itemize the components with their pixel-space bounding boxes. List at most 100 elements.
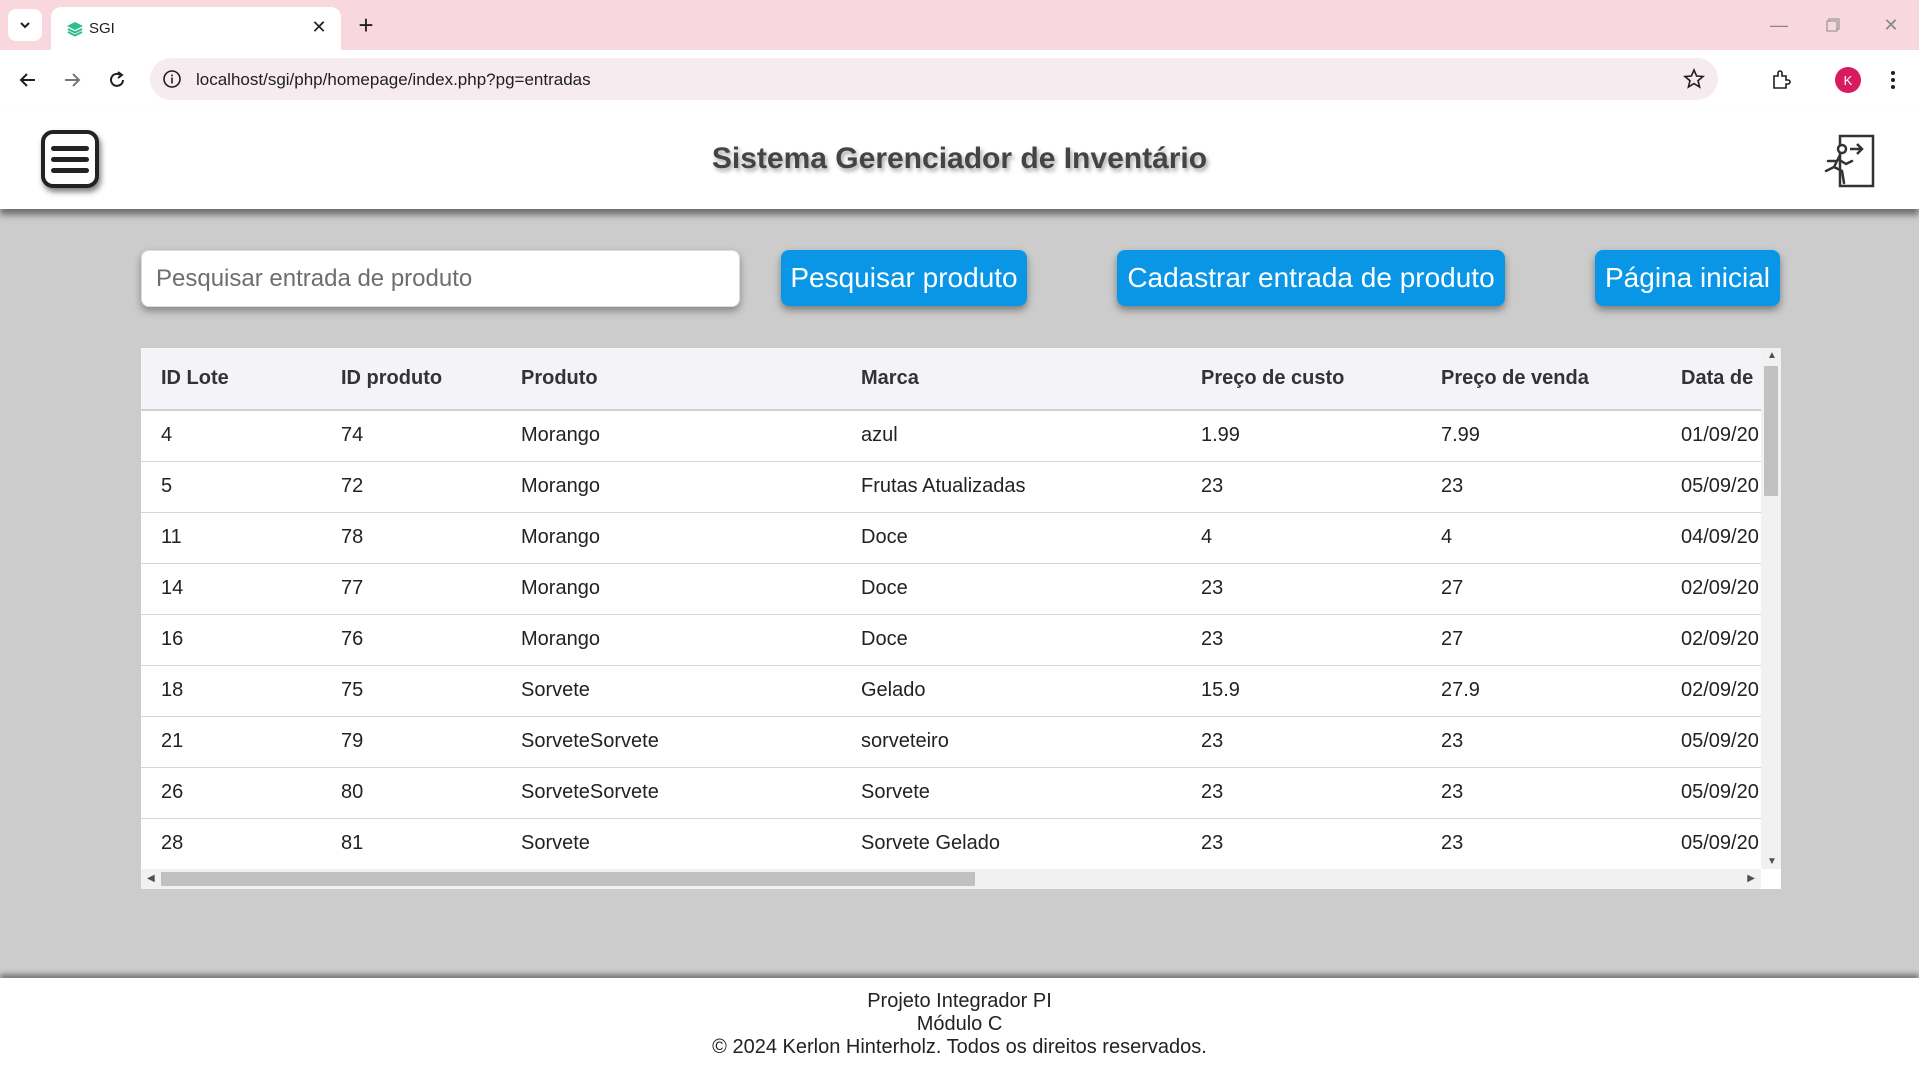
- table-row[interactable]: 21 79 SorveteSorvete sorveteiro 23 23 05/09/20: [141, 716, 1761, 767]
- column-header[interactable]: Marca: [841, 348, 1181, 411]
- table-row[interactable]: 4 74 Morango azul 1.99 7.99 01/09/20: [141, 410, 1761, 461]
- footer-project: Projeto Integrador PI: [867, 990, 1052, 1012]
- table-cell: 23: [1201, 475, 1224, 497]
- table-cell: 02/09/20: [1681, 679, 1759, 701]
- scroll-down-icon[interactable]: ▼: [1767, 856, 1777, 867]
- address-bar[interactable]: localhost/sgi/php/homepage/index.php?pg=…: [150, 58, 1718, 100]
- table-cell: Morango: [521, 424, 600, 447]
- info-icon[interactable]: [162, 69, 182, 89]
- new-tab-icon[interactable]: +: [352, 10, 380, 40]
- bookmark-star-icon[interactable]: [1682, 67, 1706, 91]
- footer-module: Módulo C: [916, 1013, 1003, 1035]
- scroll-right-icon[interactable]: ▶: [1747, 873, 1755, 884]
- table-cell: 4: [161, 424, 173, 447]
- table-row[interactable]: 16 76 Morango Doce 23 27 02/09/20: [141, 614, 1761, 665]
- search-input[interactable]: [141, 250, 740, 307]
- logout-icon[interactable]: [1818, 131, 1878, 191]
- table-cell: Sorvete: [521, 679, 590, 701]
- table-cell: Sorvete: [861, 781, 930, 803]
- scroll-left-icon[interactable]: ◀: [147, 873, 155, 884]
- table-cell: 27: [1441, 628, 1464, 650]
- column-header[interactable]: Preço de custo: [1181, 348, 1421, 411]
- table-cell: Morango: [521, 628, 600, 650]
- forward-icon[interactable]: [56, 64, 88, 96]
- table-cell: 79: [341, 730, 364, 752]
- table-cell: 28: [161, 832, 184, 854]
- tab-title: SGI: [89, 20, 115, 37]
- extensions-icon[interactable]: [1767, 66, 1795, 94]
- table-row[interactable]: 28 81 Sorvete Sorvete Gelado 23 23 05/09/20: [141, 818, 1761, 869]
- reload-icon[interactable]: [101, 64, 133, 96]
- table-cell: 72: [341, 475, 364, 497]
- table-cell: 23: [1201, 832, 1224, 854]
- table-cell: 05/09/20: [1681, 475, 1759, 497]
- column-header[interactable]: Data de: [1661, 348, 1761, 411]
- table-row[interactable]: 26 80 SorveteSorvete Sorvete 23 23 05/09/20: [141, 767, 1761, 818]
- app-header: Sistema Gerenciador de Inventário: [0, 108, 1919, 209]
- back-icon[interactable]: [12, 64, 44, 96]
- column-header[interactable]: ID produto: [321, 348, 501, 411]
- table-cell: 23: [1201, 730, 1224, 752]
- table-cell: 23: [1441, 730, 1464, 752]
- footer-copyright: © 2024 Kerlon Hinterholz. Todos os direi…: [712, 1036, 1207, 1058]
- table-row[interactable]: 18 75 Sorvete Gelado 15.9 27.9 02/09/20: [141, 665, 1761, 716]
- table-cell: 74: [341, 424, 364, 447]
- table-cell: 4: [1441, 526, 1453, 548]
- home-button[interactable]: Página inicial: [1595, 250, 1780, 306]
- table-cell: 05/09/20: [1681, 832, 1759, 854]
- browser-tab[interactable]: SGI ✕: [51, 7, 341, 50]
- url-text[interactable]: localhost/sgi/php/homepage/index.php?pg=…: [196, 70, 591, 90]
- table-cell: 7.99: [1441, 424, 1480, 447]
- table-cell: 01/09/20: [1681, 424, 1759, 447]
- table-cell: 76: [341, 628, 364, 650]
- table-cell: Morango: [521, 526, 600, 548]
- table-cell: 81: [341, 832, 364, 854]
- table-cell: 4: [1201, 526, 1213, 548]
- table-cell: 23: [1201, 628, 1224, 650]
- table-row[interactable]: 14 77 Morango Doce 23 27 02/09/20: [141, 563, 1761, 614]
- horizontal-scroll-thumb[interactable]: [161, 872, 975, 886]
- table-cell: Doce: [861, 526, 908, 548]
- vertical-scroll-thumb[interactable]: [1764, 366, 1778, 496]
- restore-icon[interactable]: [1818, 11, 1848, 39]
- table-cell: sorveteiro: [861, 730, 949, 752]
- browser-tab-bar: SGI ✕ + — ✕: [0, 0, 1919, 50]
- table-cell: 16: [161, 628, 184, 650]
- more-menu-icon[interactable]: [1879, 66, 1907, 94]
- table-row[interactable]: 5 72 Morango Frutas Atualizadas 23 23 05/09/20: [141, 461, 1761, 512]
- table-cell: Frutas Atualizadas: [861, 475, 1026, 497]
- profile-avatar[interactable]: K: [1834, 66, 1862, 94]
- table-cell: 75: [341, 679, 364, 701]
- column-header[interactable]: Preço de venda: [1421, 348, 1661, 411]
- close-window-icon[interactable]: ✕: [1876, 11, 1906, 39]
- close-tab-icon[interactable]: ✕: [307, 15, 331, 39]
- table-cell: SorveteSorvete: [521, 730, 659, 752]
- table-cell: 26: [161, 781, 184, 803]
- column-header[interactable]: Produto: [501, 348, 841, 411]
- table-cell: Sorvete Gelado: [861, 832, 1000, 854]
- table-cell: Doce: [861, 628, 908, 650]
- table-cell: Morango: [521, 475, 600, 497]
- register-entry-button[interactable]: Cadastrar entrada de produto: [1117, 250, 1505, 306]
- table-cell: 78: [341, 526, 364, 548]
- table-cell: 80: [341, 781, 364, 803]
- table-cell: Doce: [861, 577, 908, 599]
- table-row[interactable]: 11 78 Morango Doce 4 4 04/09/20: [141, 512, 1761, 563]
- vertical-scrollbar[interactable]: ▲ ▼: [1761, 348, 1781, 869]
- page-title: Sistema Gerenciador de Inventário: [711, 142, 1208, 175]
- chevron-down-icon: [20, 22, 30, 29]
- table-cell: 23: [1201, 781, 1224, 803]
- table-cell: 5: [161, 475, 173, 497]
- table-cell: azul: [861, 424, 898, 447]
- table-cell: 23: [1441, 475, 1464, 497]
- layers-icon: [67, 22, 83, 37]
- column-header[interactable]: ID Lote: [141, 348, 321, 411]
- table-cell: 15.9: [1201, 679, 1240, 701]
- table-cell: 27: [1441, 577, 1464, 599]
- table-cell: 23: [1441, 781, 1464, 803]
- minimize-icon[interactable]: —: [1764, 11, 1794, 39]
- scroll-up-icon[interactable]: ▲: [1767, 350, 1777, 361]
- horizontal-scrollbar[interactable]: ◀ ▶: [141, 869, 1761, 889]
- search-button[interactable]: Pesquisar produto: [781, 250, 1027, 306]
- tab-list-button[interactable]: [8, 9, 42, 41]
